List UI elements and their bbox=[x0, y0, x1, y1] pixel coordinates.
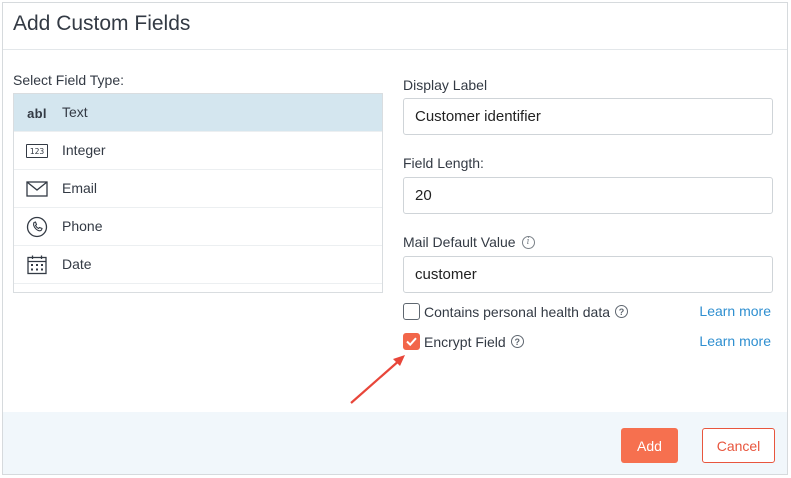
default-value-input[interactable] bbox=[403, 256, 773, 293]
encrypt-field-row: Encrypt Field ? bbox=[403, 333, 524, 350]
help-icon[interactable]: ? bbox=[510, 335, 524, 348]
field-type-list: abl Text 123 Integer Email Phone Date bbox=[13, 93, 383, 293]
integer-123-icon: 123 bbox=[24, 140, 50, 162]
field-type-phone[interactable]: Phone bbox=[14, 208, 382, 246]
dialog-footer: Add Cancel bbox=[3, 412, 787, 474]
add-button[interactable]: Add bbox=[621, 428, 678, 463]
default-value-label: Mail Default Value i bbox=[403, 234, 535, 250]
field-type-integer[interactable]: 123 Integer bbox=[14, 132, 382, 170]
field-type-text[interactable]: abl Text bbox=[14, 94, 382, 132]
info-icon[interactable]: i bbox=[521, 235, 535, 249]
phone-icon bbox=[24, 216, 50, 238]
personal-health-label: Contains personal health data bbox=[424, 303, 611, 320]
display-label-label: Display Label bbox=[403, 77, 488, 93]
field-type-date[interactable]: Date bbox=[14, 246, 382, 284]
calendar-icon bbox=[24, 254, 50, 276]
personal-health-learn-more-link[interactable]: Learn more bbox=[699, 303, 771, 319]
field-type-label: Integer bbox=[62, 142, 106, 158]
annotation-arrow-icon bbox=[350, 355, 405, 404]
personal-health-checkbox[interactable] bbox=[403, 303, 420, 320]
field-type-email[interactable]: Email bbox=[14, 170, 382, 208]
encrypt-learn-more-link[interactable]: Learn more bbox=[699, 333, 771, 349]
text-abl-icon: abl bbox=[27, 105, 47, 121]
help-icon[interactable]: ? bbox=[615, 305, 629, 318]
encrypt-field-checkbox[interactable] bbox=[403, 333, 420, 350]
checkmark-icon bbox=[406, 337, 417, 347]
cancel-button[interactable]: Cancel bbox=[702, 428, 775, 463]
field-type-label: Text bbox=[62, 104, 88, 120]
field-type-label: Email bbox=[62, 180, 98, 196]
field-type-label: Date bbox=[62, 256, 92, 272]
select-field-type-label: Select Field Type: bbox=[13, 72, 125, 88]
field-length-input[interactable] bbox=[403, 177, 773, 214]
display-label-input[interactable] bbox=[403, 98, 773, 135]
personal-health-row: Contains personal health data ? bbox=[403, 303, 629, 320]
field-type-label: Phone bbox=[62, 218, 103, 234]
encrypt-field-label: Encrypt Field bbox=[424, 333, 506, 350]
dialog-title: Add Custom Fields bbox=[13, 12, 191, 35]
envelope-icon bbox=[24, 178, 50, 200]
field-length-label: Field Length: bbox=[403, 155, 484, 171]
dialog-header: Add Custom Fields bbox=[3, 3, 787, 50]
add-custom-fields-dialog: Add Custom Fields Select Field Type: abl… bbox=[2, 2, 788, 475]
